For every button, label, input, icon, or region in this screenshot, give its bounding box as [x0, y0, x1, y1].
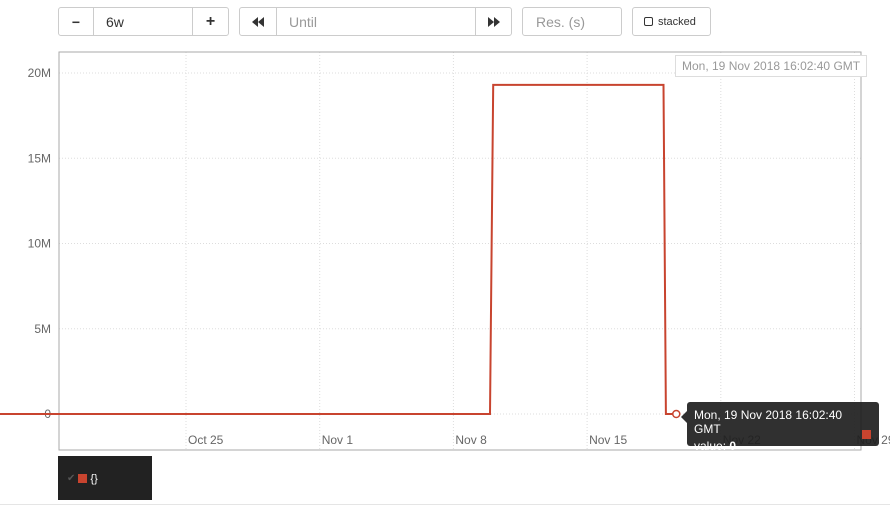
- plot-area-border: [58, 51, 862, 451]
- x-tick-label: Nov 8: [455, 433, 487, 447]
- tooltip-value: 0: [729, 439, 737, 453]
- y-tick-label: 20M: [28, 66, 51, 80]
- tooltip-arrow: [681, 411, 687, 423]
- grid-lines: [59, 52, 861, 450]
- legend: ✔ {}: [58, 456, 152, 500]
- legend-series-label[interactable]: {}: [90, 473, 97, 485]
- legend-color-swatch: [78, 474, 88, 483]
- tooltip-value-label: value:: [694, 439, 727, 453]
- tooltip-value-row: value: 0: [694, 439, 872, 453]
- series-line: [0, 83, 677, 415]
- y-tick-label: 10M: [28, 237, 51, 251]
- hover-time-label: Mon, 19 Nov 2018 16:02:40 GMT: [675, 55, 868, 77]
- data-tooltip: Mon, 19 Nov 2018 16:02:40 GMT value: 0: [681, 402, 879, 453]
- x-tick-label: Oct 25: [188, 433, 224, 447]
- x-tick-label: Nov 15: [589, 433, 627, 447]
- x-tick-label: Nov 1: [322, 433, 354, 447]
- y-axis: 05M10M15M20M: [28, 66, 52, 421]
- y-tick-label: 5M: [34, 322, 51, 336]
- tooltip-time: Mon, 19 Nov 2018 16:02:40 GMT: [694, 408, 843, 436]
- series-color-swatch: [862, 430, 871, 439]
- legend-check-icon[interactable]: ✔: [67, 473, 75, 485]
- y-tick-label: 15M: [28, 151, 51, 165]
- highlight-point: [672, 409, 681, 419]
- divider: [0, 504, 890, 505]
- series: [0, 83, 681, 419]
